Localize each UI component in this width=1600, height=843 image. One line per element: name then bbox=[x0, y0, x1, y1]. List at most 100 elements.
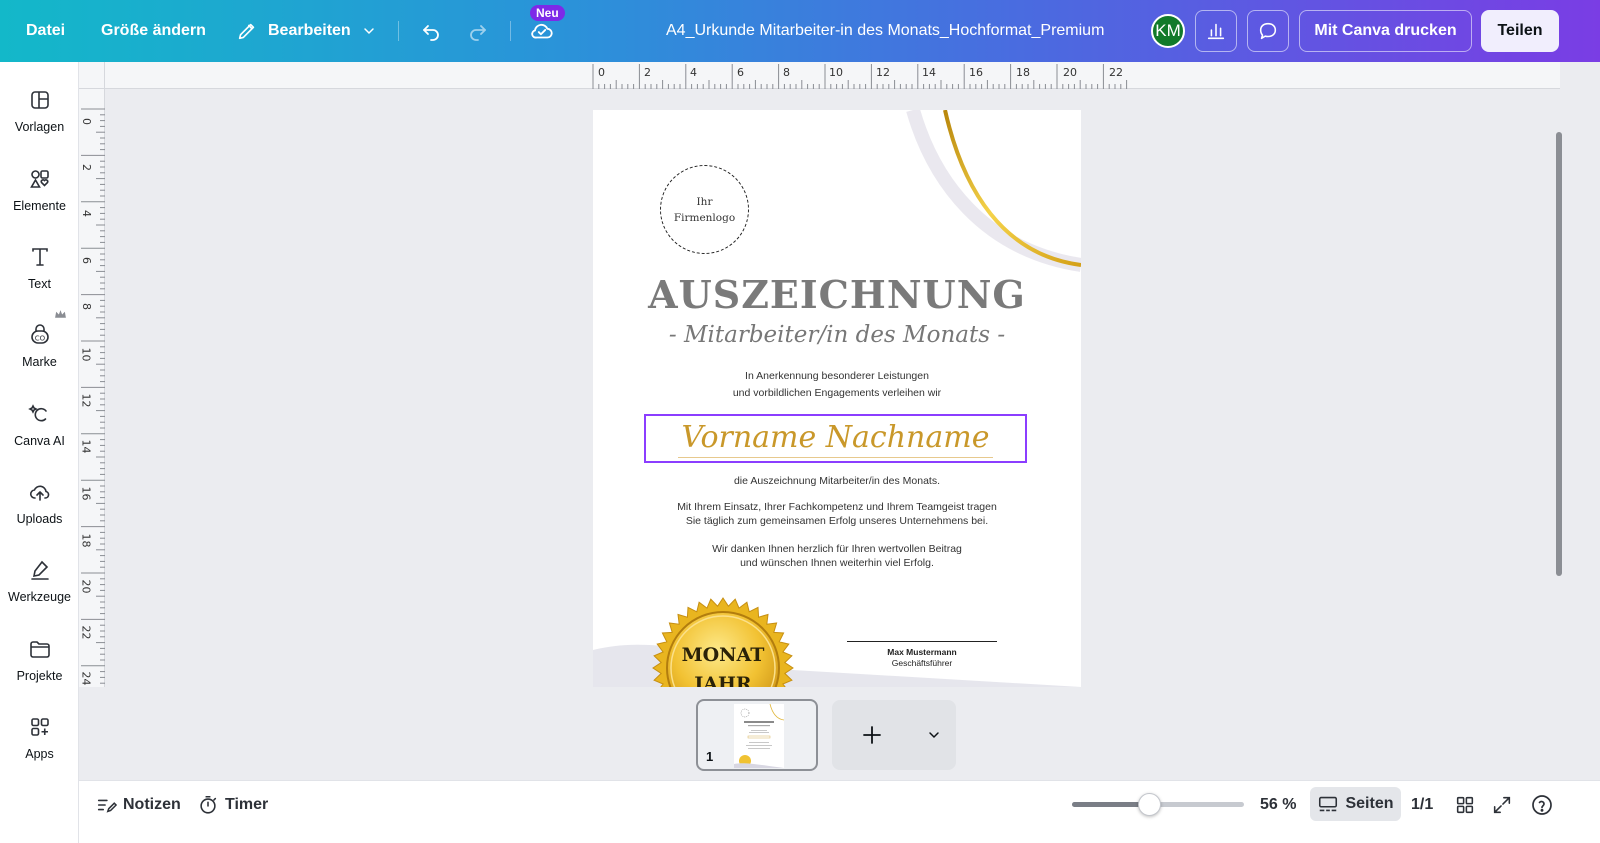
recipient-name-selection[interactable]: Vorname Nachname bbox=[644, 414, 1027, 463]
vertical-scrollbar[interactable] bbox=[1556, 132, 1562, 576]
sidebar-item-label: Elemente bbox=[13, 199, 66, 213]
comment-icon bbox=[1257, 20, 1279, 42]
ruler-label: 12 bbox=[79, 393, 93, 408]
pages-button[interactable]: Seiten bbox=[1310, 787, 1401, 821]
pencil-icon bbox=[236, 20, 258, 42]
body-paragraph-1[interactable]: Mit Ihrem Einsatz, Ihrer Fachkompetenz u… bbox=[593, 500, 1081, 528]
signer-name[interactable]: Max Mustermann bbox=[847, 647, 997, 657]
notes-label: Notizen bbox=[123, 796, 181, 813]
ruler-label: 16 bbox=[79, 486, 93, 501]
add-page-area bbox=[832, 700, 956, 770]
sidebar-item-label: Text bbox=[28, 277, 51, 291]
sidebar-item-projects[interactable]: Projekte bbox=[0, 627, 79, 701]
resize-button[interactable]: Größe ändern bbox=[101, 0, 206, 62]
recipient-name[interactable]: Vorname Nachname bbox=[677, 420, 994, 458]
sidebar-item-label: Projekte bbox=[16, 669, 63, 683]
ruler-label: 4 bbox=[80, 210, 93, 217]
certificate-page[interactable]: Ihr Firmenlogo AUSZEICHNUNG - Mitarbeite… bbox=[593, 110, 1081, 687]
bar-chart-icon bbox=[1205, 20, 1227, 42]
brand-icon: CO bbox=[26, 321, 54, 349]
text-line: In Anerkennung besonderer Leistungen bbox=[745, 370, 929, 382]
redo-icon[interactable] bbox=[464, 17, 492, 45]
award-text[interactable]: die Auszeichnung Mitarbeiter/in des Mona… bbox=[593, 473, 1081, 490]
sidebar-item-uploads[interactable]: Uploads bbox=[0, 470, 79, 544]
zoom-slider-handle[interactable] bbox=[1138, 793, 1161, 816]
insights-button[interactable] bbox=[1195, 10, 1237, 52]
ruler-label: 6 bbox=[80, 257, 93, 264]
avatar[interactable]: KM bbox=[1151, 14, 1185, 48]
sidebar-item-tools[interactable]: Werkzeuge bbox=[0, 548, 79, 622]
ruler-label: 2 bbox=[80, 164, 93, 171]
intro-text[interactable]: In Anerkennung besonderer Leistungen und… bbox=[593, 368, 1081, 402]
logo-text: Ihr bbox=[696, 195, 713, 208]
svg-text:CO: CO bbox=[34, 335, 45, 343]
ruler-label: 14 bbox=[922, 66, 936, 79]
page-number: 1 bbox=[706, 749, 714, 764]
sidebar-item-canva-ai[interactable]: Canva AI bbox=[0, 392, 79, 466]
sidebar-item-apps[interactable]: Apps bbox=[0, 705, 79, 779]
ruler-label: 14 bbox=[79, 439, 93, 454]
sidebar-item-label: Uploads bbox=[16, 512, 63, 526]
ruler-label: 0 bbox=[598, 66, 605, 79]
seal-text-year: JAHR bbox=[694, 673, 752, 687]
logo-text: Firmenlogo bbox=[673, 211, 736, 224]
help-icon bbox=[1530, 793, 1554, 817]
ruler-label: 20 bbox=[79, 579, 93, 594]
grid-icon bbox=[1454, 794, 1476, 816]
page-counter[interactable]: 1/1 bbox=[1411, 780, 1433, 830]
ruler-label: 10 bbox=[79, 347, 93, 362]
thumbnail-preview bbox=[734, 703, 785, 768]
ruler-label: 10 bbox=[829, 66, 843, 79]
share-button[interactable]: Teilen bbox=[1481, 10, 1559, 52]
tools-icon bbox=[26, 556, 54, 584]
sidebar-item-brand[interactable]: CO Marke bbox=[0, 310, 79, 387]
signer-role[interactable]: Geschäftsführer bbox=[847, 658, 997, 668]
signature-line bbox=[847, 641, 997, 642]
ruler-label: 0 bbox=[80, 118, 93, 125]
expand-icon bbox=[1491, 794, 1513, 816]
page-thumbnail[interactable]: 1 bbox=[696, 699, 818, 771]
sidebar-item-elements[interactable]: Elemente bbox=[0, 157, 79, 231]
text-line: und vorbildlichen Engagements verleihen … bbox=[732, 387, 942, 399]
cloud-saved-icon[interactable] bbox=[528, 17, 556, 45]
vertical-ruler[interactable]: 0 2 4 6 8 10 12 14 16 18 20 22 24 bbox=[79, 89, 105, 687]
fullscreen-button[interactable] bbox=[1491, 780, 1513, 830]
company-logo-placeholder[interactable]: Ihr Firmenlogo bbox=[660, 165, 749, 254]
ruler-label: 24 bbox=[79, 671, 93, 686]
edit-menu[interactable]: Bearbeiten bbox=[236, 0, 377, 62]
sidebar-item-label: Marke bbox=[22, 355, 57, 369]
ruler-label: 8 bbox=[783, 66, 790, 79]
sidebar-item-text[interactable]: Text bbox=[0, 235, 79, 309]
certificate-title[interactable]: AUSZEICHNUNG bbox=[593, 272, 1081, 317]
certificate-subtitle[interactable]: - Mitarbeiter/in des Monats - bbox=[593, 322, 1081, 348]
notes-button[interactable]: Notizen bbox=[95, 780, 181, 830]
plus-icon[interactable] bbox=[860, 723, 884, 747]
sidebar-item-label: Werkzeuge bbox=[8, 590, 71, 604]
zoom-value[interactable]: 56 % bbox=[1260, 780, 1296, 830]
grid-view-button[interactable] bbox=[1454, 780, 1476, 830]
text-line: Wir danken Ihnen herzlich für Ihren wert… bbox=[712, 543, 962, 555]
templates-icon bbox=[26, 86, 54, 114]
chevron-down-icon[interactable] bbox=[926, 727, 942, 743]
document-title[interactable]: A4_Urkunde Mitarbeiter-in des Monats_Hoc… bbox=[666, 0, 1126, 62]
seal-text-month: MONAT bbox=[681, 644, 765, 666]
body-paragraph-2[interactable]: Wir danken Ihnen herzlich für Ihren wert… bbox=[593, 542, 1081, 570]
print-with-canva-button[interactable]: Mit Canva drucken bbox=[1299, 10, 1472, 52]
crown-icon bbox=[54, 309, 67, 320]
undo-icon[interactable] bbox=[417, 17, 445, 45]
comments-button[interactable] bbox=[1247, 10, 1289, 52]
toolbar-divider bbox=[398, 21, 399, 41]
help-button[interactable] bbox=[1530, 780, 1554, 830]
timer-button[interactable]: Timer bbox=[197, 780, 268, 830]
sidebar-item-label: Vorlagen bbox=[14, 120, 65, 134]
sidebar-item-templates[interactable]: Vorlagen bbox=[0, 78, 79, 152]
file-menu[interactable]: Datei bbox=[26, 0, 65, 62]
canva-ai-icon bbox=[26, 400, 54, 428]
horizontal-ruler[interactable]: 0 2 4 6 8 10 12 14 16 18 20 22 bbox=[105, 62, 1560, 89]
text-icon bbox=[26, 243, 54, 271]
ruler-label: 12 bbox=[876, 66, 890, 79]
timer-icon bbox=[197, 794, 219, 816]
projects-icon bbox=[26, 635, 54, 663]
ruler-label: 22 bbox=[79, 625, 93, 640]
top-bar: Datei Größe ändern Bearbeiten Neu A4_Urk… bbox=[0, 0, 1600, 62]
